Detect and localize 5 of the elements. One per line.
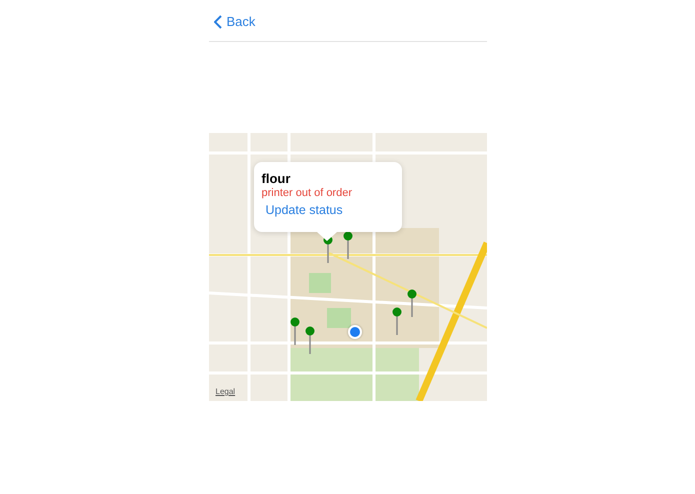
- legal-link[interactable]: Legal: [216, 387, 236, 396]
- back-button[interactable]: Back: [208, 14, 256, 29]
- callout-subtitle: printer out of order: [262, 186, 352, 200]
- update-status-button[interactable]: Update status: [266, 203, 343, 217]
- callout-title: flour: [262, 171, 290, 186]
